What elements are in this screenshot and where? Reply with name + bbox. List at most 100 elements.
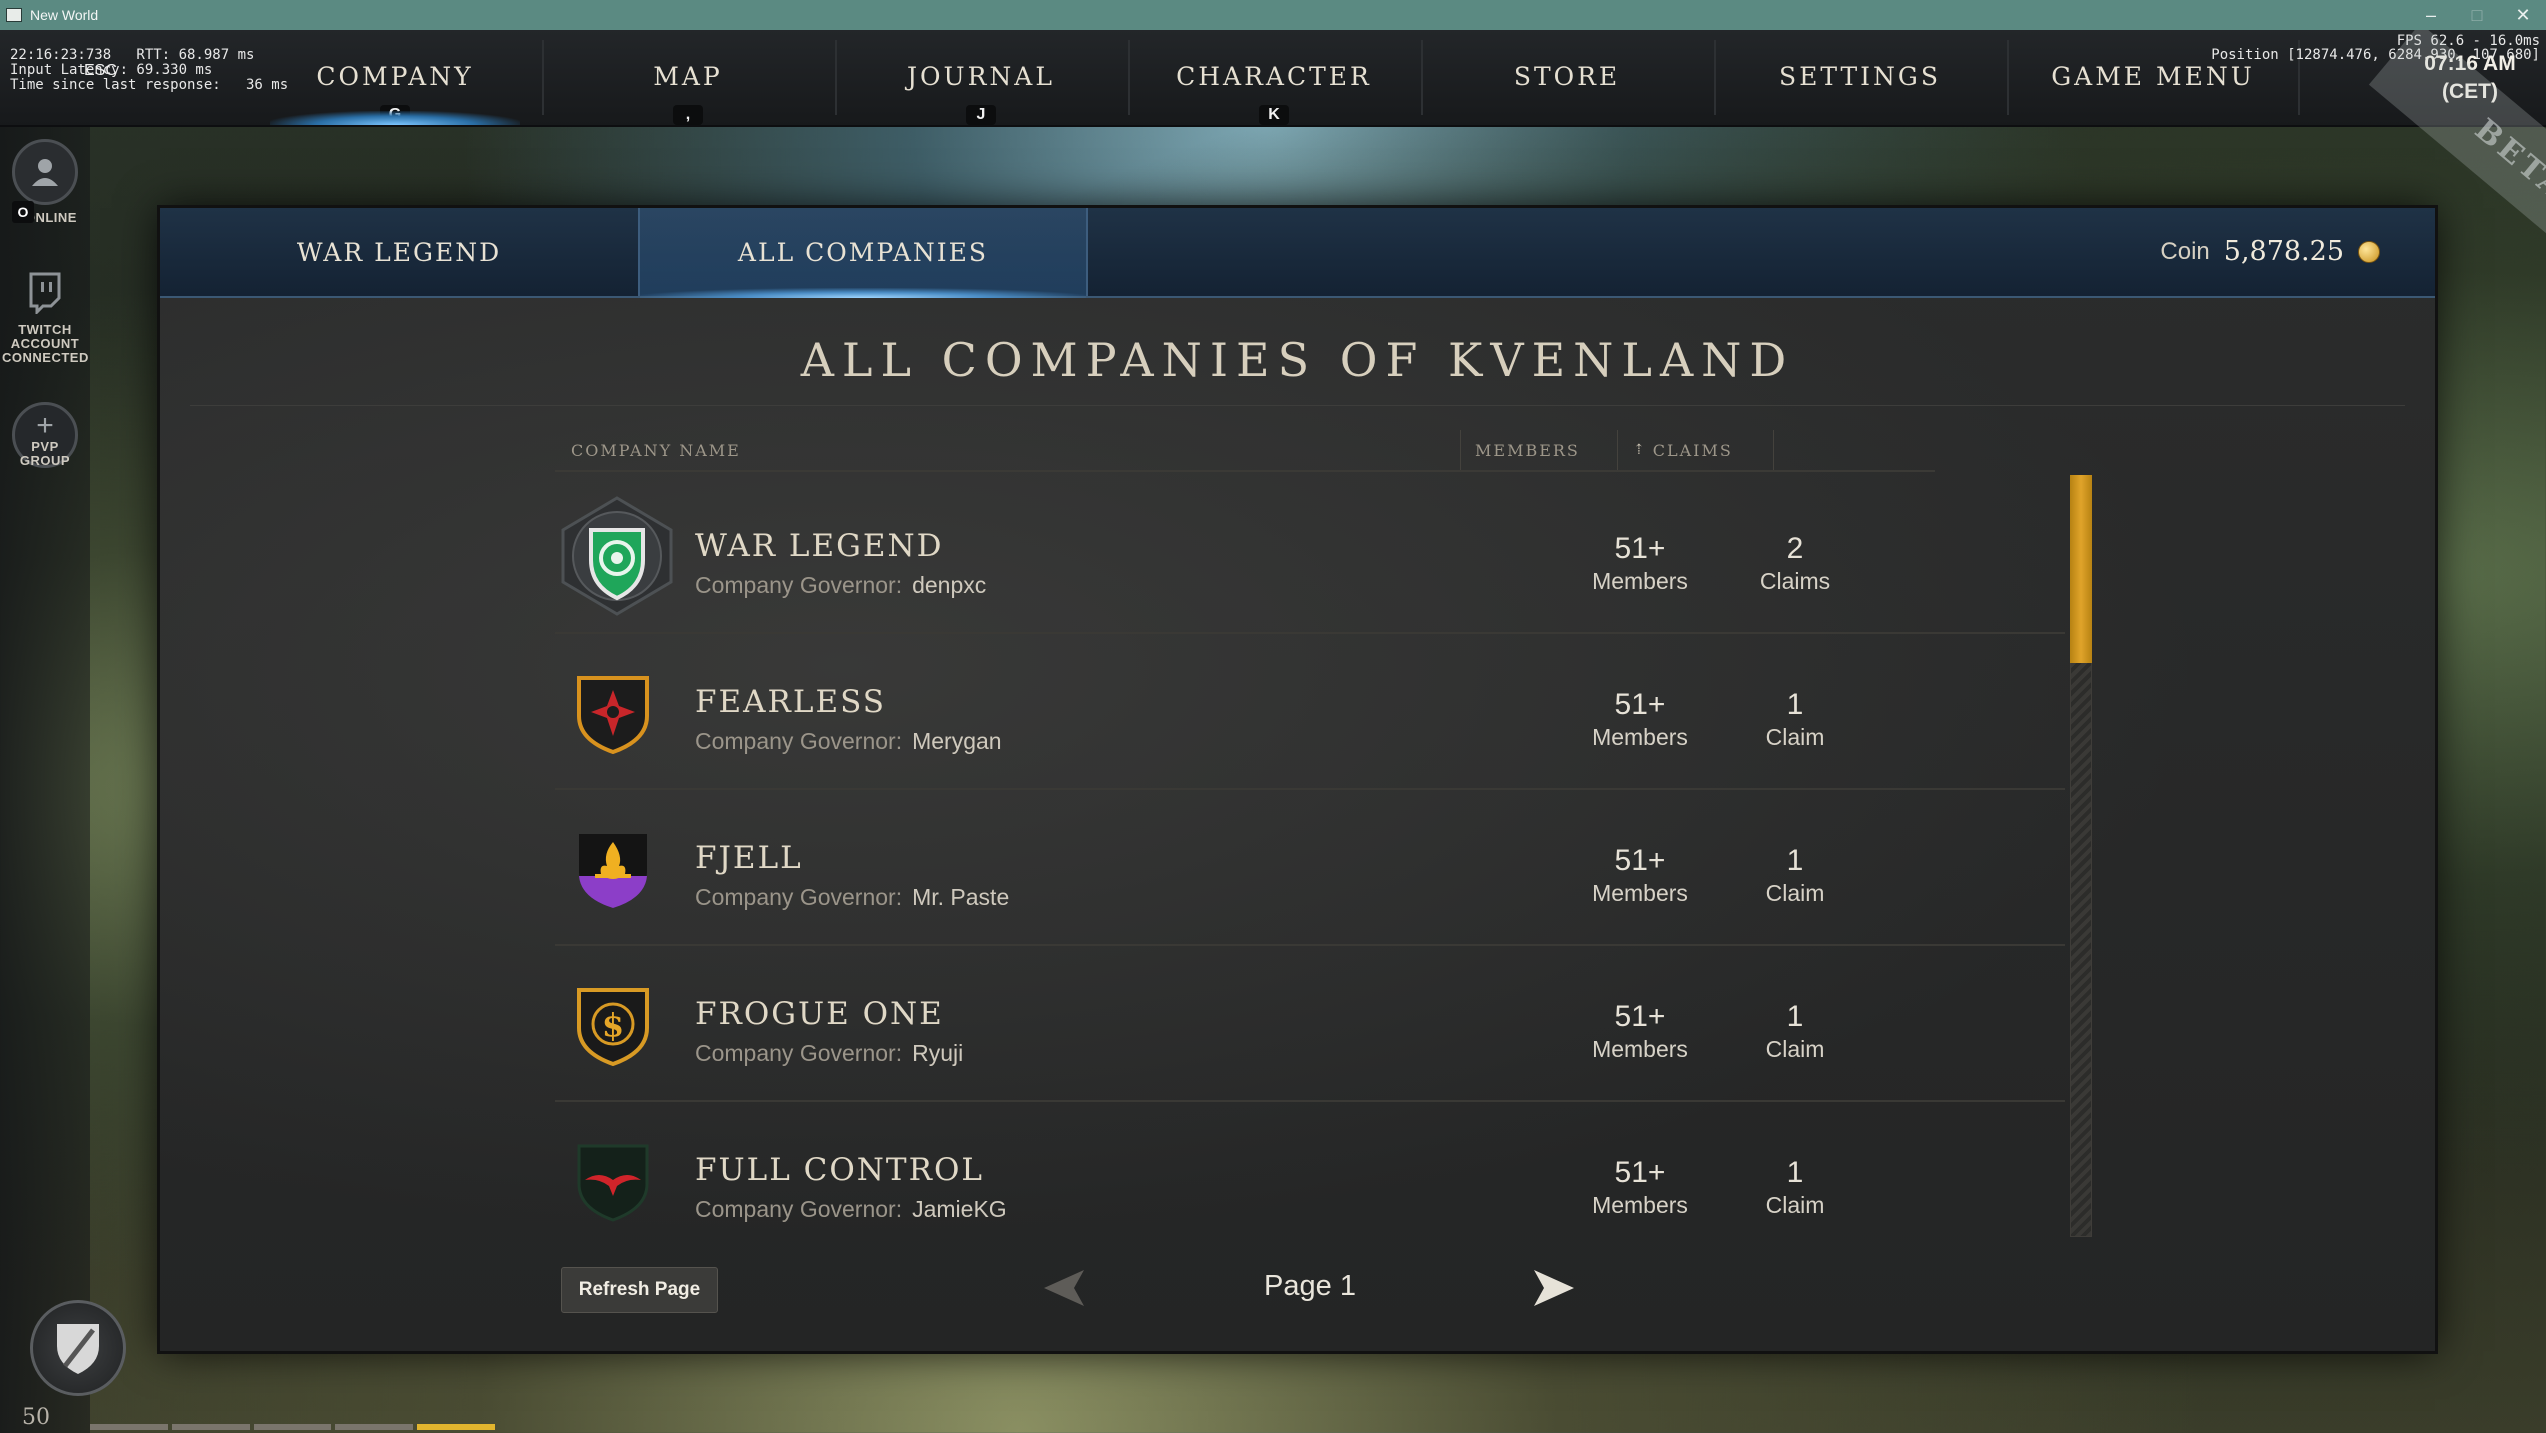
shield-icon [57,1324,99,1374]
company-governor: Company Governor: Merygan [695,728,1002,755]
governor-name: Merygan [912,728,1002,754]
window-title: New World [30,7,99,23]
gold-dollar-crest-icon: $ [577,988,649,1066]
pvp-label: PVP GROUP [19,439,71,468]
nav-journal-label: JOURNAL [907,62,1055,91]
nav-map-label: MAP [653,62,723,91]
claims-cell: 2 Claims [1720,532,1870,596]
company-list: WAR LEGEND Company Governor: denpxc 51+ Me… [555,476,2065,1243]
window-titlebar: New World – □ ✕ [0,0,2546,30]
nav-map[interactable]: MAP , [543,30,833,125]
company-governor: Company Governor: denpxc [695,572,986,599]
nav-journal-key: J [966,105,996,125]
twitch-icon [20,267,70,317]
twitch-status[interactable]: TWITCH ACCOUNT CONNECTED [0,267,90,365]
purple-flame-crest-icon [579,834,647,908]
company-name: FJELL [695,840,803,876]
player-level: 50 [22,1405,50,1430]
nav-store-label: STORE [1513,62,1621,91]
claims-unit: Claims [1759,568,1831,594]
nav-settings-label: SETTINGS [1778,62,1942,91]
company-row[interactable]: FULL CONTROL Company Governor: JamieKG 51… [555,1100,2065,1243]
governor-prefix: Company Governor: [695,884,903,910]
column-claims-label: CLAIMS [1652,440,1733,460]
next-page-arrow-icon[interactable] [1530,1266,1578,1310]
claims-cell: 1 Claim [1720,844,1870,908]
nav-company-key: G [380,105,410,125]
tab-all-companies[interactable]: ALL COMPANIES [638,208,1088,298]
company-name: FULL CONTROL [695,1152,984,1188]
maximize-button[interactable]: □ [2454,0,2500,30]
red-cross-crest-icon [577,676,649,754]
claims-count: 2 [1786,532,1804,565]
nav-company[interactable]: COMPANY G [250,30,540,125]
coin-label: Coin [2160,237,2210,265]
red-bird-crest-icon [577,1144,649,1222]
members-cell: 51+ Members [1565,844,1715,908]
members-count: 51+ [1614,688,1666,721]
company-row[interactable]: FJELL Company Governor: Mr. Paste 51+ Memb… [555,788,2065,946]
governor-name: JamieKG [912,1196,1007,1222]
nav-journal[interactable]: JOURNAL J [836,30,1126,125]
xp-bar [90,1424,495,1430]
esc-key-hint: ESC [84,62,117,79]
column-company-name[interactable]: COMPANY NAME [571,430,741,470]
people-icon [12,139,78,205]
claims-count: 1 [1786,688,1804,721]
title-divider [190,405,2405,406]
green-rose-crest-icon [561,496,673,616]
members-unit: Members [1592,1036,1688,1062]
column-claims[interactable]: ⇡ CLAIMS [1633,430,1733,470]
previous-page-arrow-icon[interactable] [1040,1266,1088,1310]
scrollbar-thumb[interactable] [2070,475,2092,663]
claims-cell: 1 Claim [1720,1000,1870,1064]
app-icon [6,8,22,22]
shield-button[interactable] [30,1300,126,1396]
claims-cell: 1 Claim [1720,1156,1870,1220]
members-cell: 51+ Members [1565,1000,1715,1064]
column-members[interactable]: MEMBERS [1475,430,1580,470]
left-rail: O 1 ONLINE TWITCH ACCOUNT CONNECTED + PV… [0,127,90,1433]
claims-unit: Claim [1765,880,1825,906]
coin-display: Coin 5,878.25 [2160,236,2380,267]
sort-arrow-icon: ⇡ [1633,442,1647,458]
pvp-group-button[interactable]: + PVP GROUP [0,402,90,468]
claims-unit: Claim [1765,1036,1825,1062]
close-button[interactable]: ✕ [2500,0,2546,30]
governor-prefix: Company Governor: [695,572,903,598]
nav-settings[interactable]: SETTINGS [1715,30,2005,125]
company-panel: WAR LEGEND ALL COMPANIES Coin 5,878.25 A… [160,208,2435,1351]
svg-text:$: $ [602,1006,624,1044]
nav-store[interactable]: STORE [1422,30,1712,125]
governor-prefix: Company Governor: [695,728,903,754]
governor-name: denpxc [912,572,987,598]
page-title: ALL COMPANIES OF KVENLAND [800,333,1795,387]
nav-map-key: , [673,105,703,125]
company-row[interactable]: FEARLESS Company Governor: Merygan 51+ Mem… [555,632,2065,790]
minimize-button[interactable]: – [2408,0,2454,30]
twitch-label: TWITCH ACCOUNT CONNECTED [2,322,89,365]
claims-count: 1 [1786,1000,1804,1033]
debug-overlay-left: 22:16:23:738 RTT: 68.987 ms Input Latenc… [10,48,288,93]
coin-icon [2358,240,2380,263]
social-button[interactable]: O 1 ONLINE [0,139,90,225]
governor-prefix: Company Governor: [695,1196,903,1222]
social-key: O [12,201,34,223]
members-unit: Members [1592,1192,1688,1218]
company-row[interactable]: WAR LEGEND Company Governor: denpxc 51+ Me… [555,476,2065,634]
tab-war-legend[interactable]: WAR LEGEND [160,208,638,296]
members-count: 51+ [1614,1156,1666,1189]
company-governor: Company Governor: JamieKG [695,1196,1007,1223]
company-row[interactable]: $ FROGUE ONE Company Governor: Ryuji 51+ M… [555,944,2065,1102]
tab-bar: WAR LEGEND ALL COMPANIES Coin 5,878.25 [160,208,2435,298]
claims-unit: Claim [1765,1192,1825,1218]
page-indicator: Page 1 [1264,1270,1356,1302]
members-count: 51+ [1614,532,1666,565]
governor-name: Ryuji [912,1040,964,1066]
nav-company-label: COMPANY [316,62,474,91]
refresh-page-button[interactable]: Refresh Page [561,1267,718,1313]
members-unit: Members [1592,724,1688,750]
claims-count: 1 [1786,844,1804,877]
nav-character[interactable]: CHARACTER K [1129,30,1419,125]
members-unit: Members [1592,568,1688,594]
